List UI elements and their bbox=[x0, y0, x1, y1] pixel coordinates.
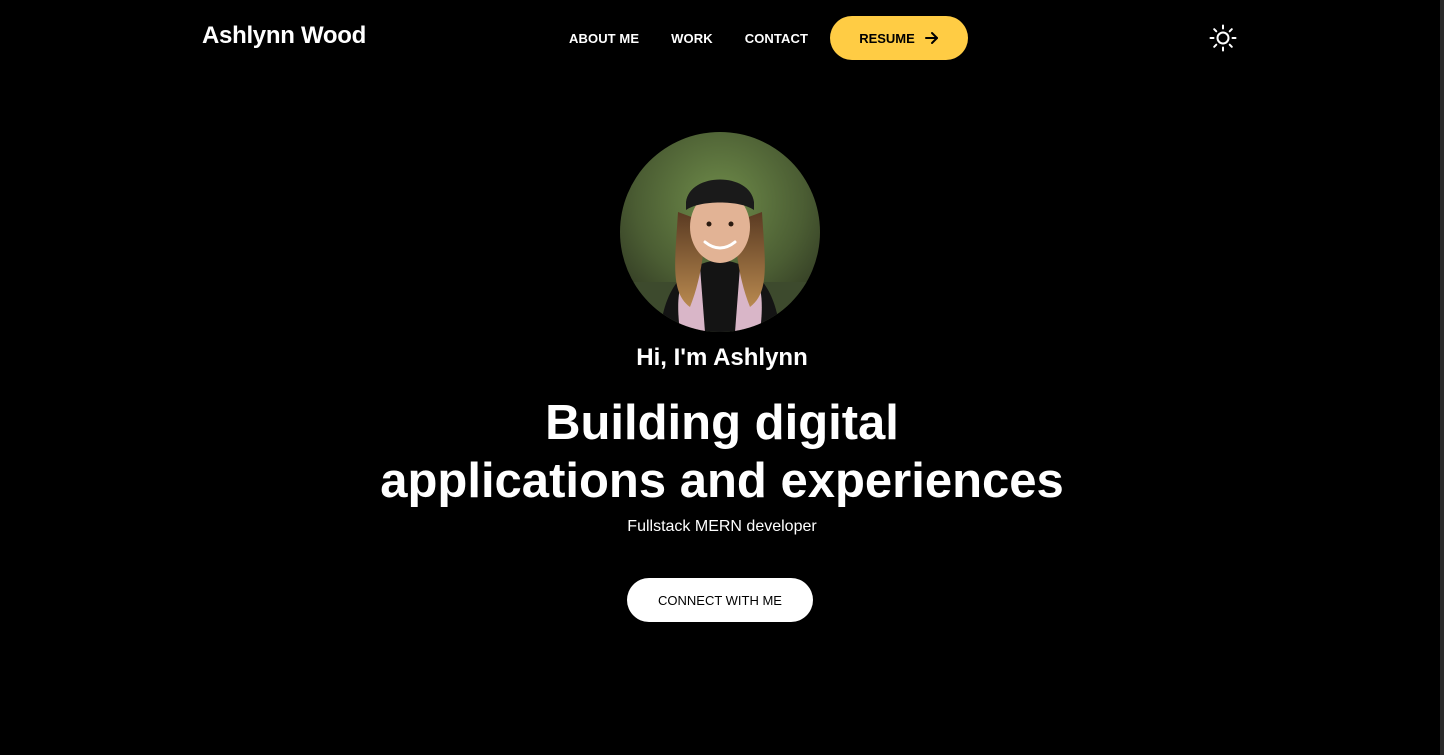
subtitle: Fullstack MERN developer bbox=[627, 518, 817, 535]
site-header: Ashlynn Wood ABOUT ME WORK CONTACT RESUM… bbox=[0, 0, 1444, 76]
headline-line-1: Building digital bbox=[545, 396, 899, 450]
avatar bbox=[620, 132, 820, 332]
resume-button-label: RESUME bbox=[859, 30, 915, 46]
resume-button[interactable]: RESUME bbox=[830, 16, 968, 60]
connect-button[interactable]: CONNECT WITH ME bbox=[627, 578, 813, 622]
scrollbar[interactable] bbox=[1440, 0, 1444, 755]
headline-line-2: applications and experiences bbox=[380, 454, 1064, 508]
headline: Building digital applications and experi… bbox=[0, 394, 1444, 510]
nav-link-contact[interactable]: CONTACT bbox=[745, 31, 808, 46]
page: Ashlynn Wood ABOUT ME WORK CONTACT RESUM… bbox=[0, 0, 1444, 755]
brand-name[interactable]: Ashlynn Wood bbox=[202, 22, 366, 50]
main-nav: ABOUT ME WORK CONTACT bbox=[569, 16, 840, 60]
arrow-right-icon bbox=[924, 31, 939, 45]
nav-link-about-me[interactable]: ABOUT ME bbox=[569, 31, 639, 46]
nav-link-work[interactable]: WORK bbox=[671, 31, 713, 46]
sun-icon[interactable] bbox=[1209, 24, 1237, 52]
greeting: Hi, I'm Ashlynn bbox=[636, 344, 808, 371]
